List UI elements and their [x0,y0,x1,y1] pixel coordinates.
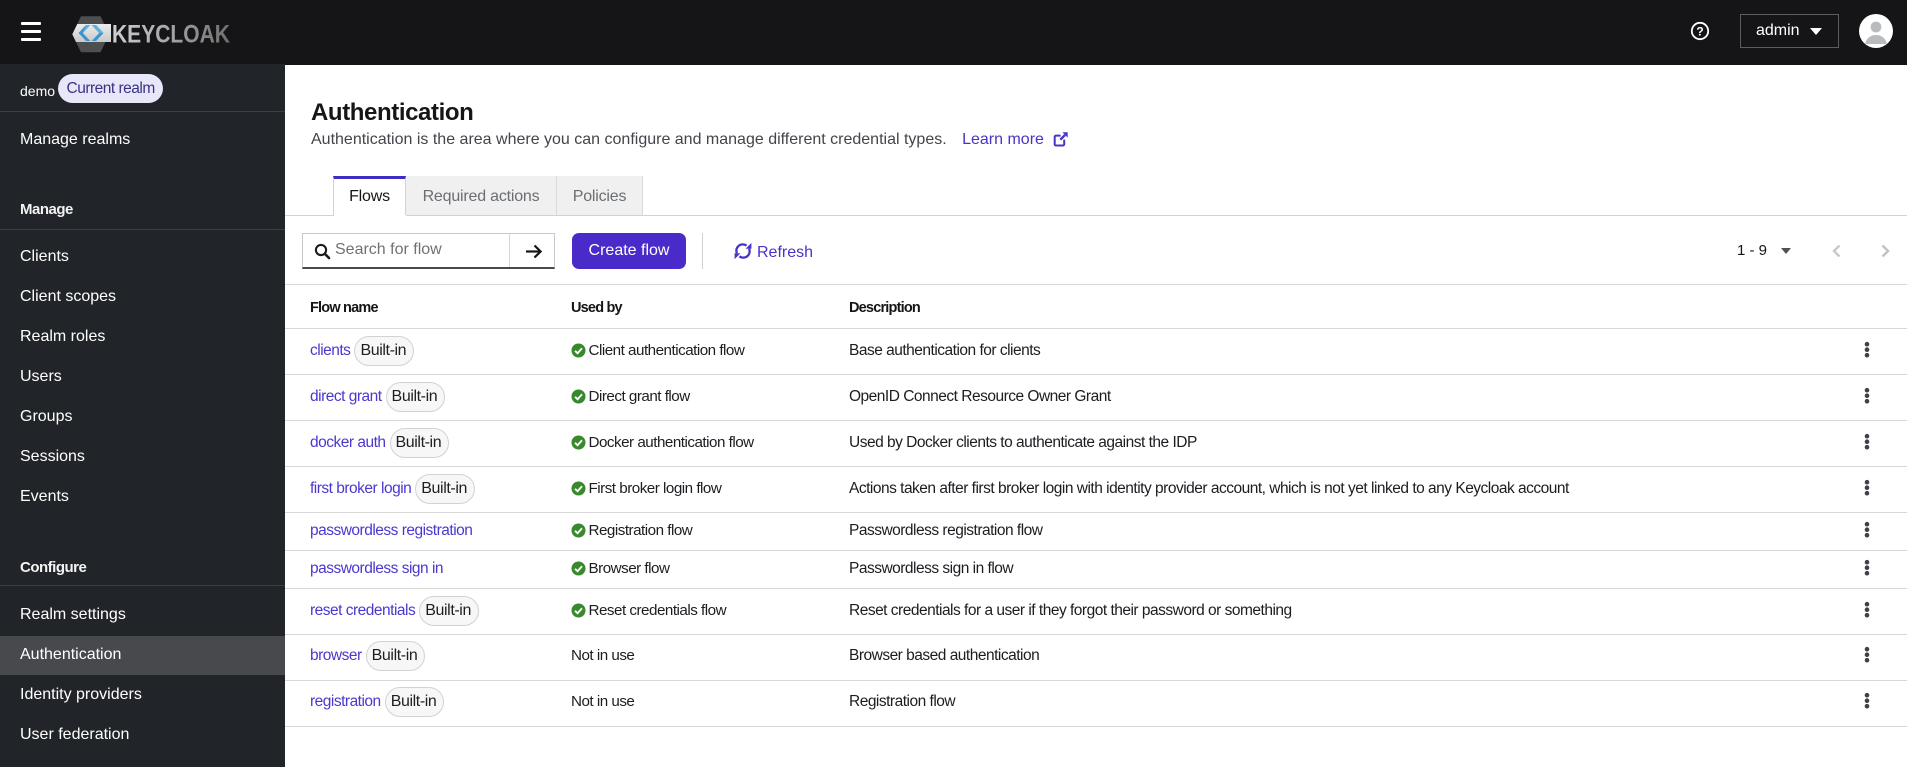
svg-text:?: ? [1696,24,1703,38]
svg-text:KEYCLOAK: KEYCLOAK [112,21,230,49]
